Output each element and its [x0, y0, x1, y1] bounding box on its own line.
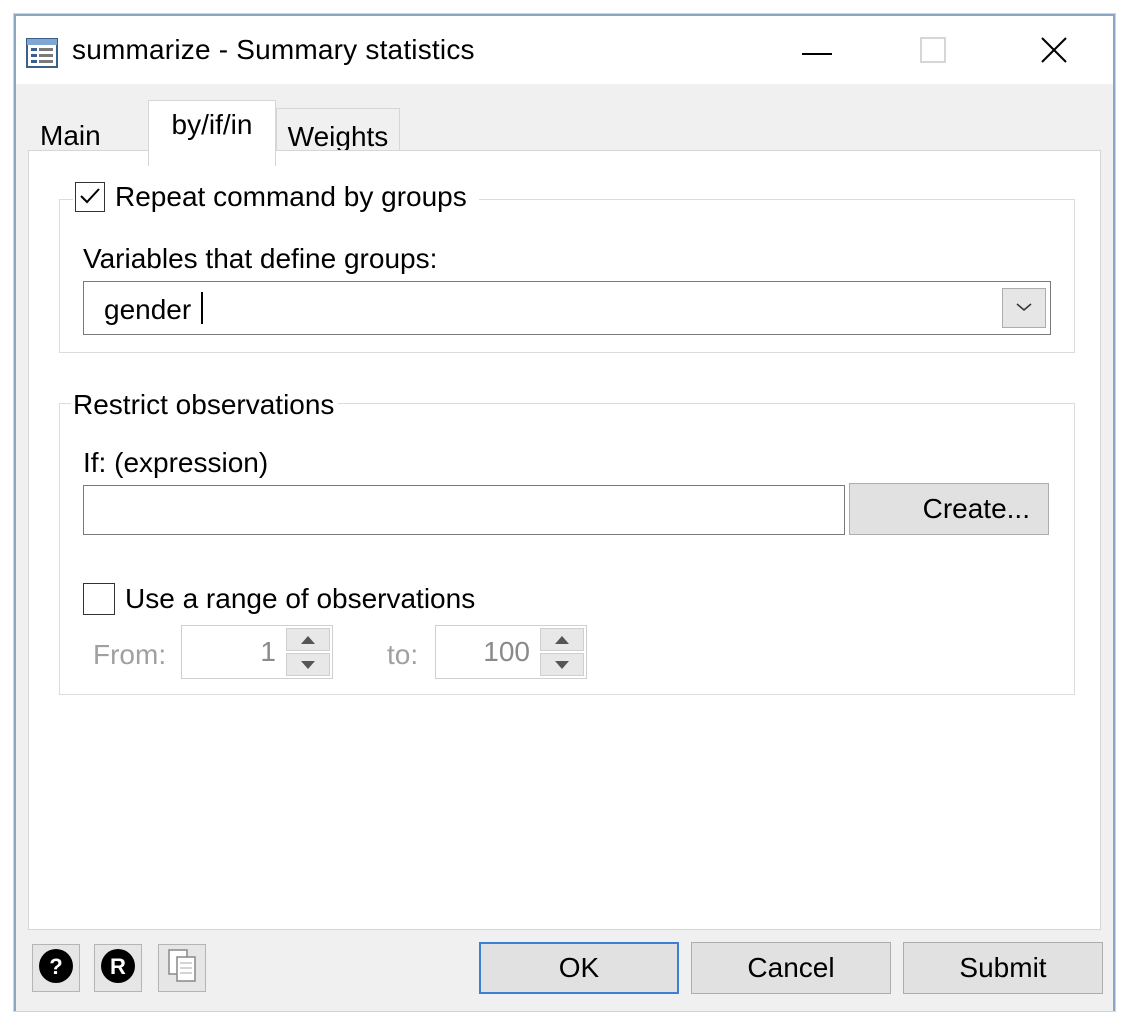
from-increment-button[interactable] [286, 628, 330, 651]
tab-panel-by-if-in: Repeat command by groups Variables that … [28, 150, 1101, 930]
to-decrement-button[interactable] [540, 653, 584, 676]
svg-text:?: ? [49, 954, 62, 979]
arrow-down-icon [301, 656, 315, 674]
repeat-by-groups-checkbox[interactable]: Repeat command by groups [73, 181, 479, 213]
reset-button[interactable]: R [94, 944, 142, 992]
if-expression-label: If: (expression) [83, 447, 269, 478]
group-variables-value: gender [104, 294, 192, 325]
combo-dropdown-button[interactable] [1002, 288, 1046, 328]
from-spin-buttons [286, 628, 330, 676]
maximize-icon [920, 36, 946, 68]
dialog-list-icon [26, 38, 58, 68]
arrow-up-icon [301, 631, 315, 649]
from-value: 1 [260, 636, 276, 667]
checkmark-icon [78, 181, 102, 213]
help-icon: ? [38, 948, 74, 989]
create-expression-button[interactable]: Create... [849, 483, 1049, 535]
to-spinner[interactable]: 100 [435, 625, 587, 679]
chevron-down-icon [1015, 299, 1033, 317]
from-spinner[interactable]: 1 [181, 625, 333, 679]
to-increment-button[interactable] [540, 628, 584, 651]
variables-label: Variables that define groups: [83, 243, 438, 274]
maximize-button[interactable] [903, 30, 963, 74]
window-title: summarize - Summary statistics [72, 34, 475, 65]
dialog-window: summarize - Summary statistics Main by/i… [14, 14, 1115, 1011]
range-checkbox-box[interactable] [83, 583, 115, 615]
checkbox-box[interactable] [75, 182, 105, 212]
arrow-up-icon [555, 631, 569, 649]
close-icon [1040, 36, 1068, 69]
help-button[interactable]: ? [32, 944, 80, 992]
to-spin-buttons [540, 628, 584, 676]
arrow-down-icon [555, 656, 569, 674]
cancel-button[interactable]: Cancel [691, 942, 891, 994]
reset-icon: R [100, 948, 136, 989]
to-label: to: [387, 639, 419, 670]
submit-button[interactable]: Submit [903, 942, 1103, 994]
text-caret [201, 292, 203, 324]
title-bar: summarize - Summary statistics [16, 16, 1113, 84]
restrict-observations-legend: Restrict observations [71, 389, 339, 421]
use-range-checkbox[interactable]: Use a range of observations [83, 583, 475, 615]
copy-command-button[interactable] [158, 944, 206, 992]
from-decrement-button[interactable] [286, 653, 330, 676]
minimize-icon [802, 43, 832, 61]
tab-by-if-in[interactable]: by/if/in [148, 100, 276, 166]
from-label: From: [93, 639, 167, 670]
repeat-by-groups-label: Repeat command by groups [115, 181, 467, 212]
if-expression-input[interactable] [83, 485, 845, 535]
to-value: 100 [483, 636, 530, 667]
minimize-button[interactable] [787, 30, 847, 74]
close-button[interactable] [1024, 30, 1084, 74]
copy-icon [166, 948, 198, 989]
ok-button[interactable]: OK [479, 942, 679, 994]
dialog-client-area: Main by/if/in Weights Repeat command by … [16, 84, 1113, 1011]
group-variables-combobox[interactable]: gender [83, 281, 1051, 335]
svg-text:R: R [110, 954, 126, 979]
use-range-label: Use a range of observations [125, 583, 476, 614]
